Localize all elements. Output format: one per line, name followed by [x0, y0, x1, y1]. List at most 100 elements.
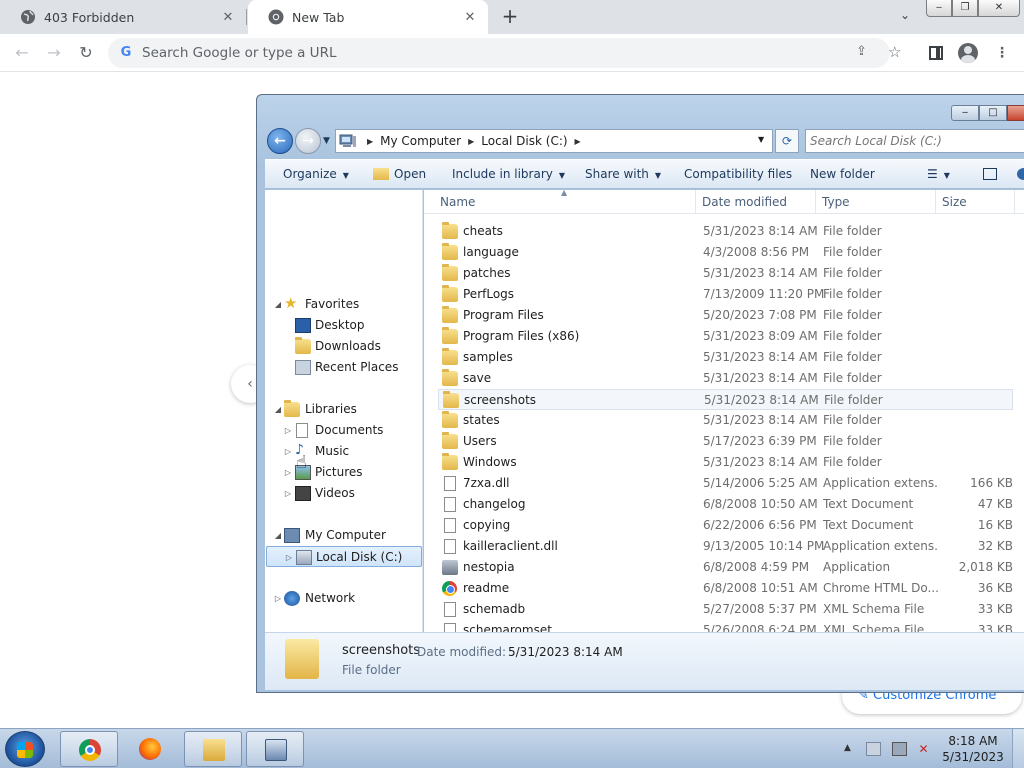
file-row-7zxa-dll[interactable]: 7zxa.dll 5/14/2006 5:25 AM Application ext…: [438, 473, 1013, 494]
file-row-language[interactable]: language 4/3/2008 8:56 PM File folder: [438, 242, 1013, 263]
nav-my-computer[interactable]: ◢ My Computer: [265, 525, 422, 546]
address-dropdown-icon[interactable]: ▼: [758, 135, 764, 144]
breadcrumb-chevron-icon[interactable]: ▶: [367, 137, 373, 146]
restore-button[interactable]: ❐: [952, 0, 978, 17]
bookmark-star-icon[interactable]: ☆: [888, 43, 901, 61]
expanded-arrow-icon[interactable]: ◢: [273, 294, 283, 315]
address-bar[interactable]: ▶ My Computer ▶ Local Disk (C:) ▶ ▼: [335, 129, 773, 153]
nav-music[interactable]: ▷ ♪ Music: [265, 441, 422, 462]
nav-pictures[interactable]: ▷ Pictures: [265, 462, 422, 483]
nav-recent-places[interactable]: Recent Places: [265, 357, 422, 378]
nav-videos[interactable]: ▷ Videos: [265, 483, 422, 504]
tab-search-chevron-icon[interactable]: ⌄: [896, 8, 914, 26]
refresh-icon[interactable]: ⟳: [775, 129, 799, 153]
include-in-library-button[interactable]: Include in library ▼: [452, 167, 565, 181]
taskbar-firefox[interactable]: [121, 731, 179, 767]
column-date-modified[interactable]: Date modified: [702, 195, 787, 209]
explorer-minimize-button[interactable]: ‒: [951, 105, 979, 121]
file-row-changelog[interactable]: changelog 6/8/2008 10:50 AM Text Document 4…: [438, 494, 1013, 515]
file-row-screenshots[interactable]: screenshots 5/31/2023 8:14 AM File folder: [438, 389, 1013, 410]
file-row-windows[interactable]: Windows 5/31/2023 8:14 AM File folder: [438, 452, 1013, 473]
breadcrumb-chevron-icon[interactable]: ▶: [468, 137, 474, 146]
explorer-close-button[interactable]: [1007, 105, 1024, 121]
organize-button[interactable]: Organize ▼: [283, 167, 349, 181]
search-input[interactable]: [810, 131, 1020, 151]
clock[interactable]: 8:18 AM 5/31/2023: [938, 733, 1008, 765]
breadcrumb-chevron-icon[interactable]: ▶: [575, 137, 581, 146]
show-desktop-button[interactable]: [1012, 729, 1024, 768]
back-arrow-icon[interactable]: ←: [267, 128, 293, 154]
file-row-cheats[interactable]: cheats 5/31/2023 8:14 AM File folder: [438, 221, 1013, 242]
expanded-arrow-icon[interactable]: ◢: [273, 399, 283, 420]
close-tab-icon[interactable]: ✕: [220, 10, 236, 25]
tab-403-forbidden[interactable]: 403 Forbidden ✕: [0, 0, 246, 34]
tab-new-tab[interactable]: New Tab ✕: [248, 0, 488, 34]
file-row-copying[interactable]: copying 6/22/2006 6:56 PM Text Document 16 …: [438, 515, 1013, 536]
menu-kebab-icon[interactable]: ⋮: [992, 43, 1012, 63]
taskbar-keyboard-app[interactable]: [246, 731, 304, 767]
file-row-samples[interactable]: samples 5/31/2023 8:14 AM File folder: [438, 347, 1013, 368]
collapsed-arrow-icon[interactable]: ▷: [283, 462, 293, 483]
show-hidden-icons-icon[interactable]: ▲: [844, 743, 851, 753]
collapsed-arrow-icon[interactable]: ▷: [273, 588, 283, 609]
back-arrow-icon[interactable]: ←: [10, 41, 34, 65]
reload-icon[interactable]: ↻: [74, 41, 98, 65]
nav-downloads[interactable]: Downloads: [265, 336, 422, 357]
column-divider[interactable]: [1014, 190, 1015, 214]
nav-network[interactable]: ▷ Network: [265, 588, 422, 609]
column-divider[interactable]: [935, 190, 936, 214]
file-row-readme[interactable]: readme 6/8/2008 10:51 AM Chrome HTML Do...…: [438, 578, 1013, 599]
column-name[interactable]: Name: [440, 195, 475, 209]
nav-local-disk[interactable]: ▷ Local Disk (C:): [266, 546, 422, 567]
file-row-perflogs[interactable]: PerfLogs 7/13/2009 11:20 PM File folder: [438, 284, 1013, 305]
file-row-states[interactable]: states 5/31/2023 8:14 AM File folder: [438, 410, 1013, 431]
share-with-button[interactable]: Share with ▼: [585, 167, 661, 181]
action-center-icon[interactable]: [866, 742, 881, 756]
taskbar-chrome[interactable]: [60, 731, 118, 767]
side-panel-icon[interactable]: [926, 43, 946, 63]
breadcrumb-my-computer[interactable]: My Computer: [380, 134, 461, 148]
column-divider[interactable]: [695, 190, 696, 214]
column-size[interactable]: Size: [942, 195, 967, 209]
share-icon[interactable]: ⇪: [856, 44, 867, 59]
file-row-users[interactable]: Users 5/17/2023 6:39 PM File folder: [438, 431, 1013, 452]
forward-arrow-icon[interactable]: →: [42, 41, 66, 65]
preview-pane-icon[interactable]: [983, 168, 997, 180]
profile-icon[interactable]: [958, 43, 978, 63]
start-button[interactable]: [5, 731, 45, 767]
recent-pages-chevron-icon[interactable]: ▼: [323, 136, 330, 146]
collapsed-arrow-icon[interactable]: ▷: [283, 483, 293, 504]
search-box[interactable]: [805, 129, 1024, 153]
minimize-button[interactable]: ‒: [926, 0, 952, 17]
file-row-program-files[interactable]: Program Files 5/20/2023 7:08 PM File folde…: [438, 305, 1013, 326]
taskbar-explorer[interactable]: [184, 731, 242, 767]
close-tab-icon[interactable]: ✕: [462, 10, 478, 25]
omnibox[interactable]: G Search Google or type a URL ⇪ ☆: [108, 38, 901, 68]
file-row-kailleraclient-dll[interactable]: kailleraclient.dll 9/13/2005 10:14 PM Appl…: [438, 536, 1013, 557]
file-row-nestopia[interactable]: nestopia 6/8/2008 4:59 PM Application 2,018…: [438, 557, 1013, 578]
explorer-maximize-button[interactable]: □: [979, 105, 1007, 121]
nav-documents[interactable]: ▷ Documents: [265, 420, 422, 441]
new-folder-button[interactable]: New folder: [810, 167, 875, 181]
file-row-save[interactable]: save 5/31/2023 8:14 AM File folder: [438, 368, 1013, 389]
breadcrumb-local-disk[interactable]: Local Disk (C:): [481, 134, 567, 148]
nav-libraries[interactable]: ◢ Libraries: [265, 399, 422, 420]
file-row-schemaromset[interactable]: schemaromset 5/26/2008 6:24 PM XML Schema …: [438, 620, 1013, 632]
network-status-icon[interactable]: [892, 742, 907, 756]
file-row-patches[interactable]: patches 5/31/2023 8:14 AM File folder: [438, 263, 1013, 284]
nav-desktop[interactable]: Desktop: [265, 315, 422, 336]
change-view-button[interactable]: ☰ ▼: [927, 167, 950, 181]
close-window-button[interactable]: ✕: [978, 0, 1020, 17]
column-type[interactable]: Type: [822, 195, 850, 209]
volume-muted-icon[interactable]: ✕: [916, 742, 931, 756]
help-icon[interactable]: [1017, 168, 1024, 180]
open-button[interactable]: Open: [373, 167, 426, 181]
forward-arrow-icon[interactable]: →: [295, 128, 321, 154]
collapsed-arrow-icon[interactable]: ▷: [283, 420, 293, 441]
column-divider[interactable]: [815, 190, 816, 214]
new-tab-button[interactable]: +: [498, 5, 522, 29]
nav-favorites[interactable]: ◢ ★ Favorites: [265, 294, 422, 315]
expanded-arrow-icon[interactable]: ◢: [273, 525, 283, 546]
file-row-program-files-x86-[interactable]: Program Files (x86) 5/31/2023 8:09 AM File…: [438, 326, 1013, 347]
file-row-schemadb[interactable]: schemadb 5/27/2008 5:37 PM XML Schema File…: [438, 599, 1013, 620]
